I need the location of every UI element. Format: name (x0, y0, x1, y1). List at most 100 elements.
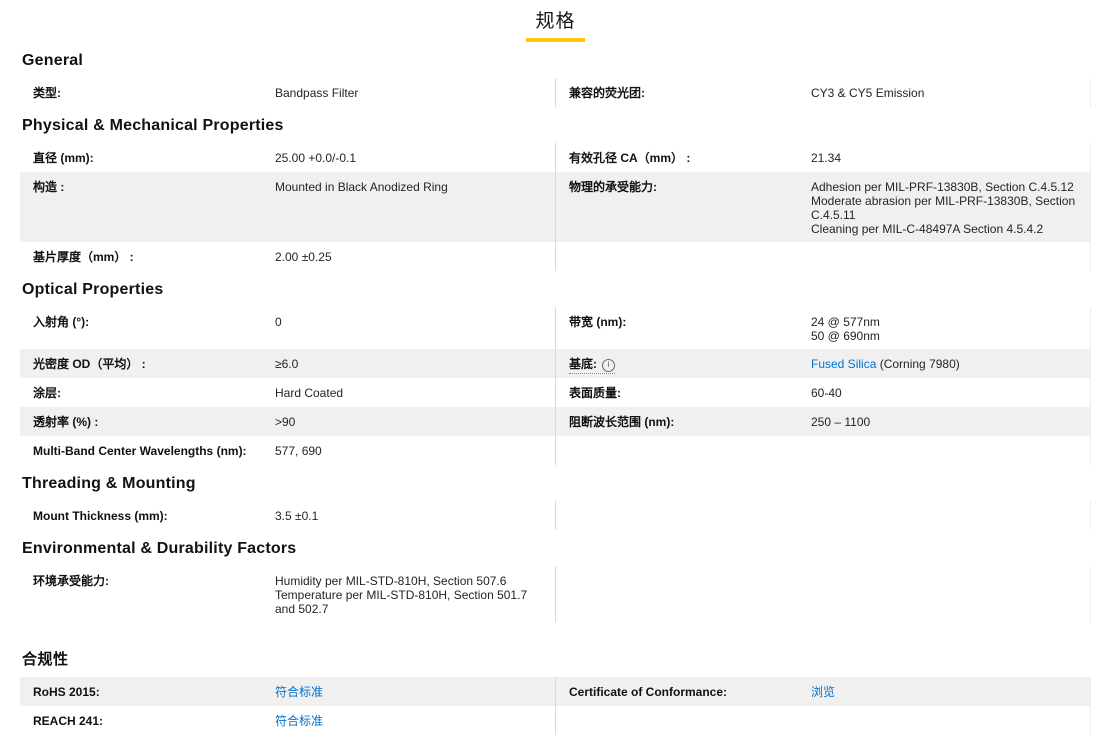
spec-label-text: 兼容的荧光团: (569, 86, 645, 100)
spec-value: 577, 690 (275, 444, 555, 458)
value-text: (Corning 7980) (876, 357, 960, 371)
spec-cell-left: 光密度 OD（平均） : ≥6.0 (20, 349, 555, 378)
spec-cell-right (555, 706, 1090, 735)
value-link[interactable]: 浏览 (811, 685, 835, 699)
spec-value: Mounted in Black Anodized Ring (275, 180, 555, 194)
spec-label-wrap: 表面质量: (569, 386, 621, 400)
spec-label-wrap: 直径 (mm): (33, 151, 94, 165)
spec-label-text: 基片厚度（mm） : (33, 250, 134, 264)
spec-label: 基片厚度（mm） : (33, 250, 275, 264)
value-line: 3.5 ±0.1 (275, 509, 319, 523)
spec-label-wrap: 涂层: (33, 386, 61, 400)
value-line: Humidity per MIL-STD-810H, Section 507.6 (275, 574, 507, 588)
spec-label: 有效孔径 CA（mm） : (569, 151, 811, 165)
spec-value: 0 (275, 315, 555, 329)
spec-value: 2.00 ±0.25 (275, 250, 555, 264)
spec-label-text: 表面质量: (569, 386, 621, 400)
value-line: 25.00 +0.0/-0.1 (275, 151, 357, 165)
spec-cell-right: 带宽 (nm): 24 @ 577nm 50 @ 690nm (555, 307, 1090, 349)
spec-label-text: 物理的承受能力: (569, 180, 657, 194)
spec-label: 类型: (33, 86, 275, 100)
spec-label-wrap: 环境承受能力: (33, 574, 109, 588)
spec-label-text: 基底: (569, 357, 597, 371)
spec-label-text: RoHS 2015: (33, 685, 100, 699)
section-heading-optical: Optical Properties (22, 281, 164, 298)
spec-value: 25.00 +0.0/-0.1 (275, 151, 555, 165)
value-line: Moderate abrasion per MIL-PRF-13830B, Se… (811, 194, 1076, 222)
spec-value: Hard Coated (275, 386, 555, 400)
spec-cell-left: Multi-Band Center Wavelengths (nm): 577, … (20, 436, 555, 465)
spec-cell-right (555, 501, 1090, 530)
value-line: >90 (275, 415, 296, 429)
spec-label-text: Multi-Band Center Wavelengths (nm): (33, 444, 247, 458)
spec-cell-right: 兼容的荧光团: CY3 & CY5 Emission (555, 78, 1090, 107)
spec-label-wrap: 透射率 (%) : (33, 415, 98, 429)
spec-cell-right (555, 566, 1090, 622)
section-heading-threading-mounting: Threading & Mounting (22, 475, 196, 492)
spec-table: General 类型: Bandpass Filter 兼容的荧光团: CY3 & CY… (20, 52, 1091, 735)
spec-label-wrap: Mount Thickness (mm): (33, 509, 168, 523)
spec-row: 光密度 OD（平均） : ≥6.0 基底: i Fused Silica (Cornin… (20, 349, 1091, 378)
spec-label-text: 带宽 (nm): (569, 315, 627, 329)
spec-label-text: 有效孔径 CA（mm） : (569, 151, 691, 165)
spec-label: 入射角 (°): (33, 315, 275, 329)
spec-row: RoHS 2015: 符合标准 Certificate of Conformance… (20, 677, 1091, 706)
value-link[interactable]: Fused Silica (811, 357, 876, 371)
spec-row: 类型: Bandpass Filter 兼容的荧光团: CY3 & CY5 Emiss… (20, 78, 1091, 107)
spec-value: 3.5 ±0.1 (275, 509, 555, 523)
value-link[interactable]: 符合标准 (275, 685, 323, 699)
spec-label: 透射率 (%) : (33, 415, 275, 429)
spec-value: 浏览 (811, 685, 1090, 699)
spec-label-wrap: RoHS 2015: (33, 685, 100, 699)
spec-label-text: 直径 (mm): (33, 151, 94, 165)
spec-row: 透射率 (%) : >90 阻断波长范围 (nm): 250 – 1100 (20, 407, 1091, 436)
spec-cell-left: 类型: Bandpass Filter (20, 78, 555, 107)
spec-label: REACH 241: (33, 714, 275, 728)
spec-value: 60-40 (811, 386, 1090, 400)
spec-cell-left: 基片厚度（mm） : 2.00 ±0.25 (20, 242, 555, 271)
value-line: CY3 & CY5 Emission (811, 86, 925, 100)
page-title-wrap: 规格 (20, 4, 1091, 42)
info-circle-icon[interactable]: i (602, 359, 615, 372)
spec-label-wrap: 有效孔径 CA（mm） : (569, 151, 690, 165)
spec-value: Humidity per MIL-STD-810H, Section 507.6… (275, 574, 555, 616)
value-line: Bandpass Filter (275, 86, 359, 100)
spec-label: RoHS 2015: (33, 685, 275, 699)
spec-row: 直径 (mm): 25.00 +0.0/-0.1 有效孔径 CA（mm） : 21.3… (20, 143, 1091, 172)
spec-label-text: REACH 241: (33, 714, 104, 728)
spec-label-wrap: 光密度 OD（平均） : (33, 357, 146, 371)
value-line: 21.34 (811, 151, 842, 165)
spec-row: REACH 241: 符合标准 (20, 706, 1091, 735)
spec-label: Mount Thickness (mm): (33, 509, 275, 523)
spec-label: 环境承受能力: (33, 574, 275, 588)
spec-label-wrap: 基底: i (569, 357, 615, 374)
spec-label-text: 类型: (33, 86, 61, 100)
spec-label-wrap: 入射角 (°): (33, 315, 89, 329)
spec-cell-right (555, 436, 1090, 465)
spec-value: CY3 & CY5 Emission (811, 86, 1090, 100)
spec-value: 符合标准 (275, 714, 555, 728)
spec-label-text: 透射率 (%) : (33, 415, 99, 429)
value-line: Adhesion per MIL-PRF-13830B, Section C.4… (811, 180, 1074, 194)
spec-label-text: 构造 : (33, 180, 65, 194)
spec-row: 基片厚度（mm） : 2.00 ±0.25 (20, 242, 1091, 271)
spec-label: 兼容的荧光团: (569, 86, 811, 100)
spec-label-wrap: REACH 241: (33, 714, 103, 728)
spec-label: 直径 (mm): (33, 151, 275, 165)
spec-value: Fused Silica (Corning 7980) (811, 357, 1090, 371)
spec-value: 250 – 1100 (811, 415, 1090, 429)
spec-label-text: Mount Thickness (mm): (33, 509, 168, 523)
spec-label: Multi-Band Center Wavelengths (nm): (33, 444, 275, 458)
spec-label-wrap: 类型: (33, 86, 61, 100)
spec-cell-right (555, 242, 1090, 271)
spec-cell-right: 阻断波长范围 (nm): 250 – 1100 (555, 407, 1090, 436)
spec-cell-left: 直径 (mm): 25.00 +0.0/-0.1 (20, 143, 555, 172)
spec-cell-right: 表面质量: 60-40 (555, 378, 1090, 407)
value-link[interactable]: 符合标准 (275, 714, 323, 728)
spec-row: Multi-Band Center Wavelengths (nm): 577, … (20, 436, 1091, 465)
page-title: 规格 (526, 4, 585, 42)
spec-label-wrap: Multi-Band Center Wavelengths (nm): (33, 444, 247, 458)
spec-row: Mount Thickness (mm): 3.5 ±0.1 (20, 501, 1091, 530)
spec-label-text: 光密度 OD（平均） : (33, 357, 146, 371)
value-line: 577, 690 (275, 444, 322, 458)
